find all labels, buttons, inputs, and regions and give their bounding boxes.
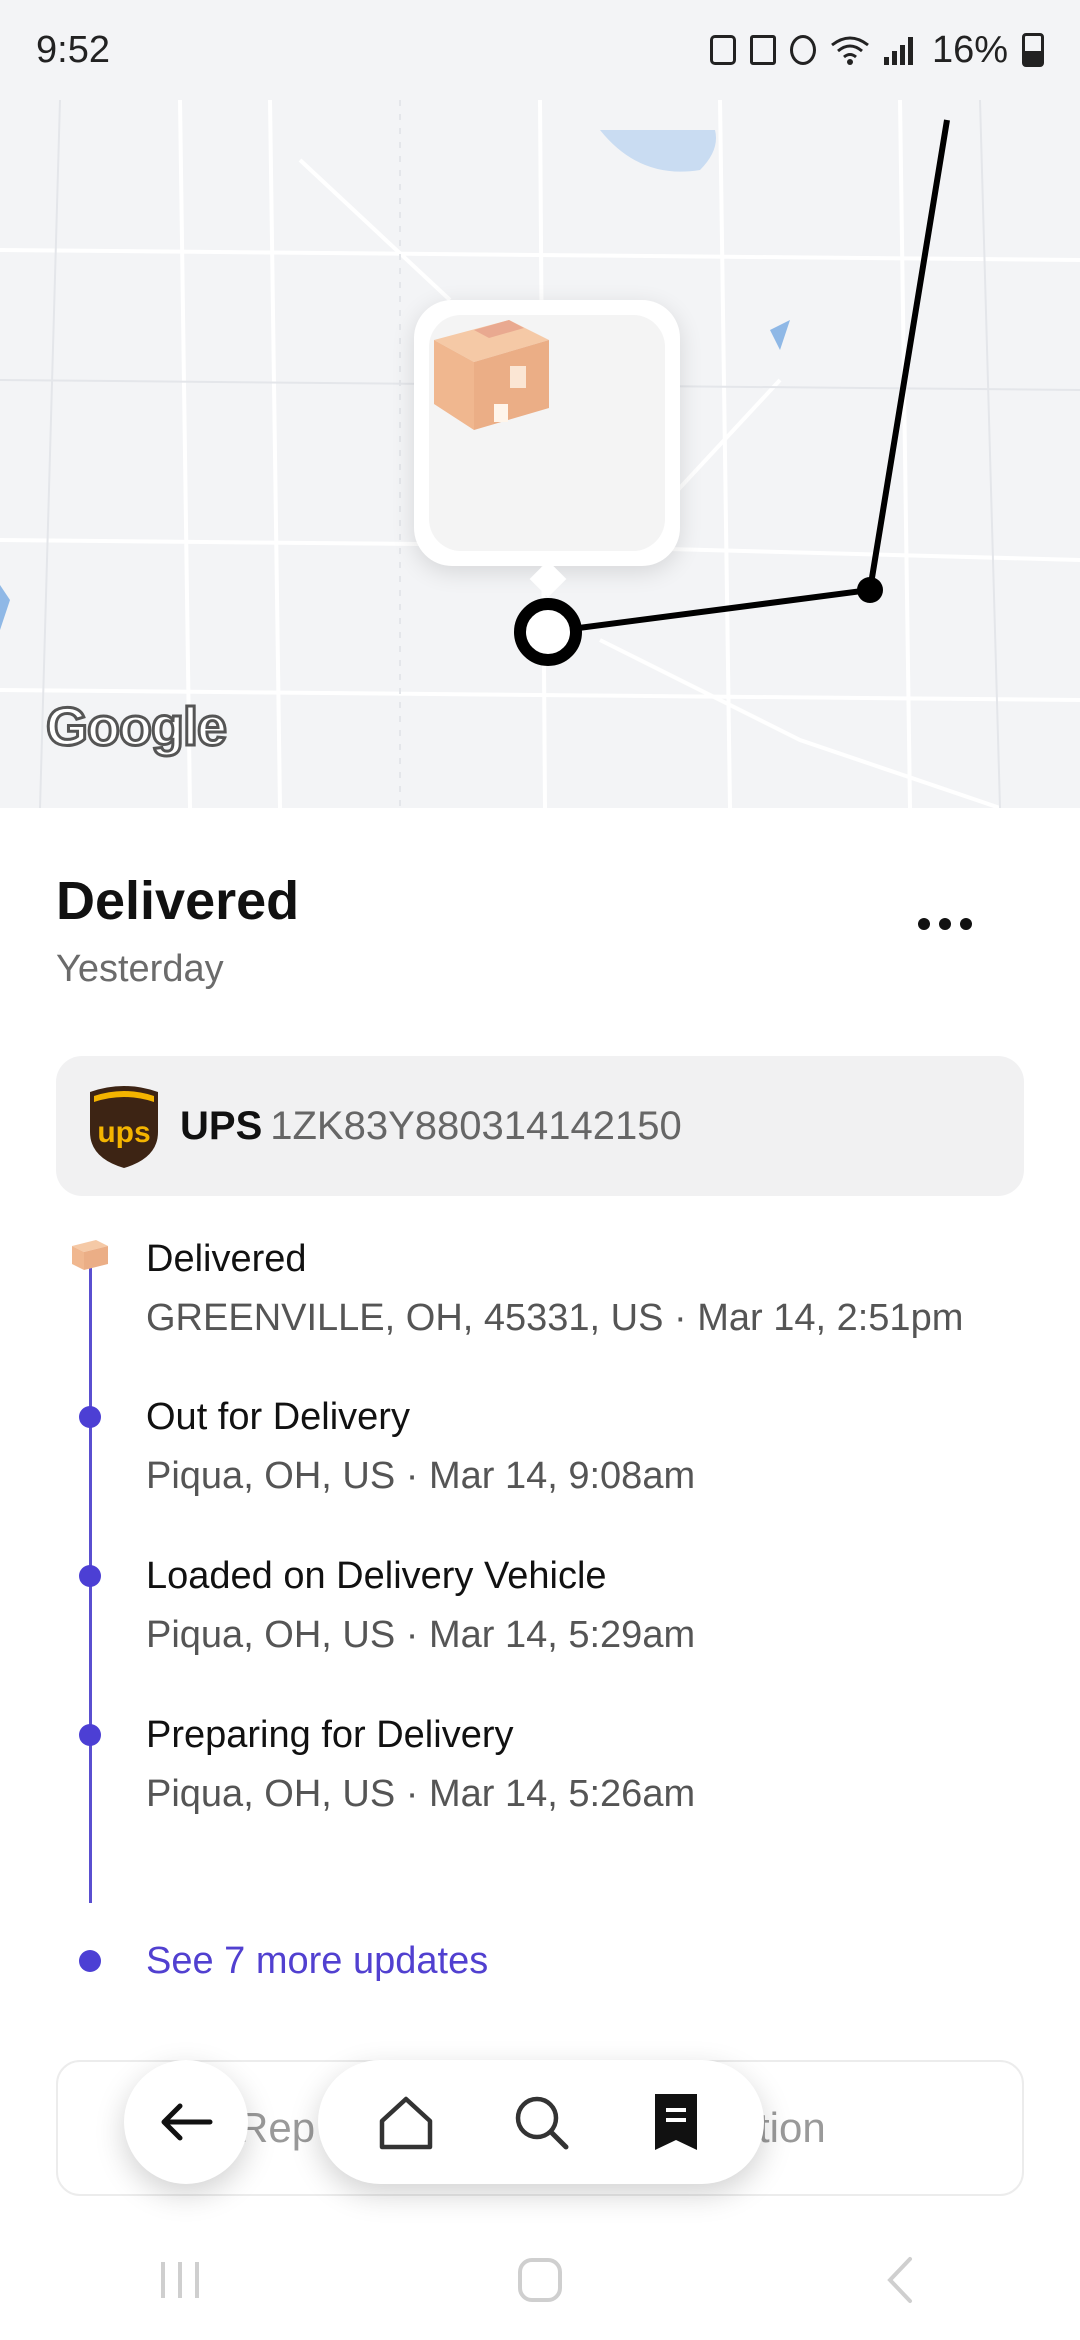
sim-icon [709,35,736,65]
timeline-event: Out for Delivery Piqua, OH, US · Mar 14,… [146,1396,695,1498]
timeline-dot [79,1565,101,1587]
timeline-dot [79,1406,101,1428]
event-title: Out for Delivery [146,1396,410,1438]
status-bar: 9:52 16% [0,0,1080,100]
package-icon [434,320,549,430]
more-options-button[interactable] [918,918,972,930]
receipt-icon [655,2094,698,2150]
status-icons: 16% [709,28,1044,72]
orders-tab[interactable] [631,2077,721,2167]
recent-apps-icon [161,2262,199,2298]
back-system-button[interactable] [860,2240,940,2320]
delivery-status-title: Delivered [56,871,300,931]
map-view[interactable]: Google [0,0,1080,808]
alarm-icon [789,35,816,65]
timeline-event: Preparing for Delivery Piqua, OH, US · M… [146,1714,695,1816]
tracking-number[interactable]: 1ZK83Y880314142150 [270,1104,681,1149]
report-button-label-end: tion [758,2104,826,2151]
event-detail: Piqua, OH, US · Mar 14, 5:26am [146,1773,696,1815]
see-more-updates-link[interactable]: See 7 more updates [146,1940,488,1983]
signal-icon [883,35,918,65]
back-button[interactable] [124,2060,248,2184]
delivery-date: Yesterday [56,948,224,990]
home-tab[interactable] [361,2077,451,2167]
timeline-dot [79,1724,101,1746]
event-title: Preparing for Delivery [146,1714,514,1756]
battery-icon [1022,33,1044,67]
package-icon [72,1240,108,1270]
home-icon [379,2096,432,2150]
chevron-left-icon [887,2257,912,2303]
battery-percent: 16% [931,28,1008,71]
wifi-icon [831,36,869,65]
event-title: Loaded on Delivery Vehicle [146,1555,607,1597]
timeline-event: Delivered GREENVILLE, OH, 45331, US · Ma… [146,1238,963,1340]
system-navigation-bar [0,2220,1080,2340]
report-button-label-start: Rep [238,2104,316,2151]
carrier-tracking-card[interactable]: ups UPS 1ZK83Y880314142150 [56,1056,1024,1196]
event-title: Delivered [146,1238,307,1280]
event-detail: Piqua, OH, US · Mar 14, 5:29am [146,1614,696,1656]
search-tab[interactable] [496,2077,586,2167]
google-attribution: Google [45,696,229,759]
nfc-icon [749,35,776,65]
search-icon [515,2096,569,2150]
package-marker[interactable] [414,300,680,566]
ups-logo-text: ups [97,1116,150,1149]
recent-apps-button[interactable] [140,2240,220,2320]
home-system-button[interactable] [500,2240,580,2320]
event-detail: Piqua, OH, US · Mar 14, 9:08am [146,1455,696,1497]
timeline-event: Loaded on Delivery Vehicle Piqua, OH, US… [146,1555,695,1657]
carrier-name: UPS [180,1103,263,1148]
home-circle-icon [518,2258,562,2302]
status-time: 9:52 [36,28,110,71]
event-detail: GREENVILLE, OH, 45331, US · Mar 14, 2:51… [146,1297,964,1339]
ups-logo-icon: ups [90,1086,158,1168]
timeline-dot [79,1950,101,1972]
bottom-navigation [318,2060,764,2184]
arrow-left-icon [161,2103,213,2141]
